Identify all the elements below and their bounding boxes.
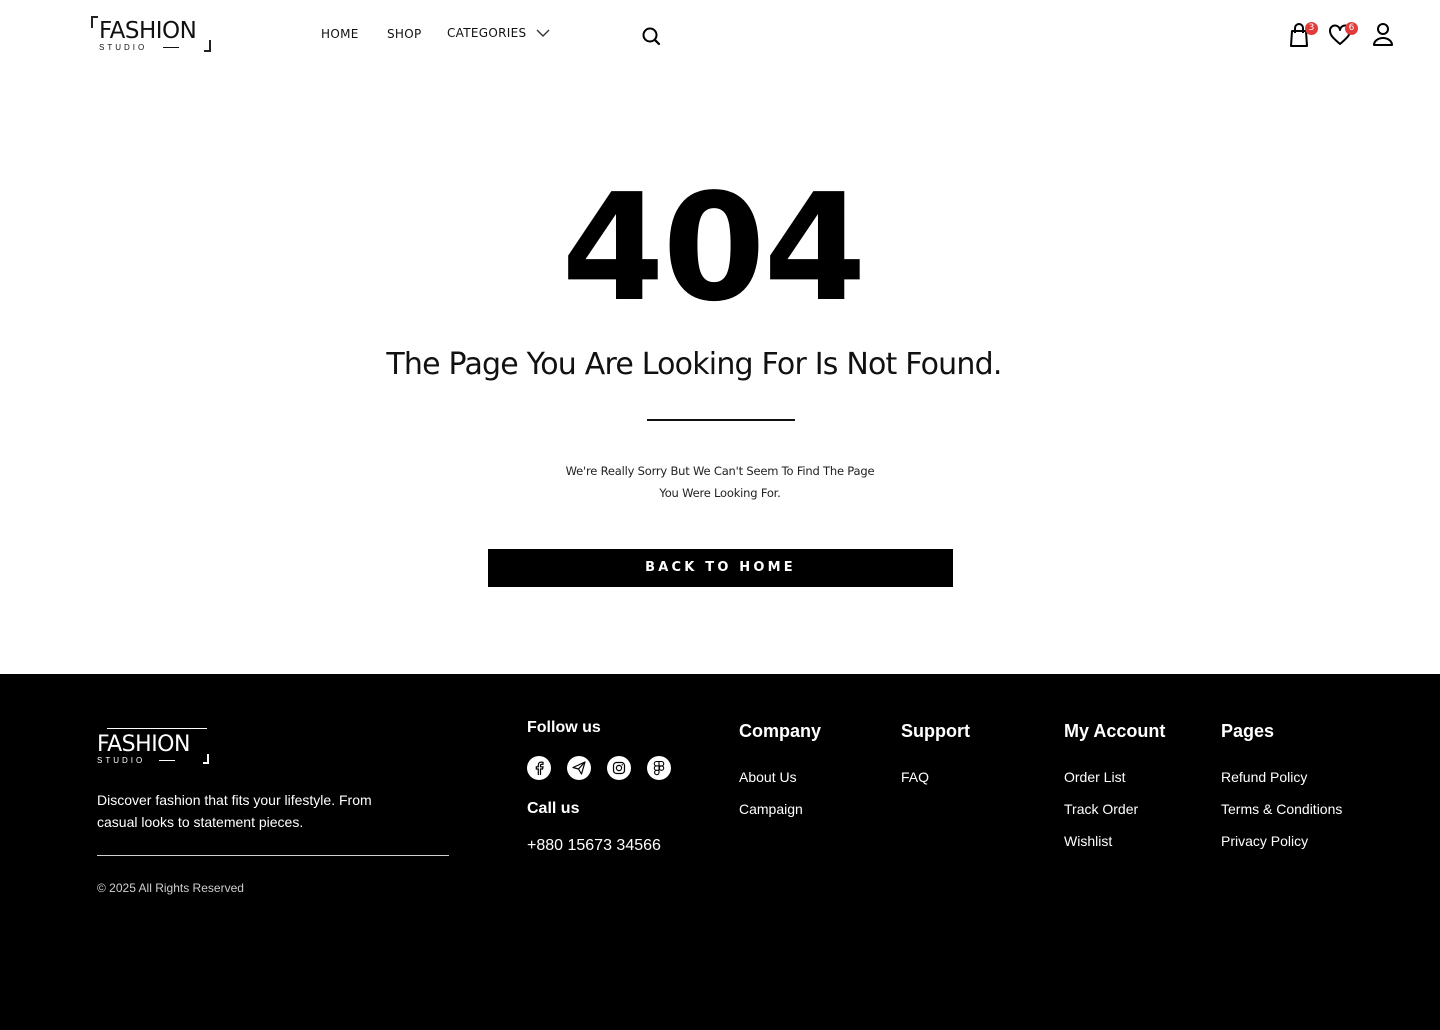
error-message-line: You Were Looking For.	[659, 486, 781, 500]
follow-us-heading: Follow us	[527, 719, 601, 736]
footer-column-pages: Pages Refund Policy Terms & Conditions P…	[1221, 720, 1342, 864]
logo-bracket	[203, 754, 209, 764]
logo-underline	[163, 47, 179, 48]
logo-bracket	[91, 16, 98, 28]
footer-logo[interactable]: FASHION STUDIO	[97, 728, 209, 765]
telegram-icon	[572, 761, 586, 775]
wishlist-count-badge: 6	[1345, 22, 1358, 35]
error-message: We're Really Sorry But We Can't Seem To …	[520, 460, 920, 504]
footer-link-order-list[interactable]: Order List	[1064, 768, 1165, 786]
footer-link-campaign[interactable]: Campaign	[739, 800, 821, 818]
brand-logo[interactable]: FASHION STUDIO	[91, 16, 211, 52]
footer-divider	[97, 855, 449, 856]
footer-column-title: Company	[739, 721, 822, 741]
footer-column-company: Company About Us Campaign	[739, 720, 821, 832]
logo-wordmark: FASHION	[97, 732, 190, 757]
footer-column-title: Pages	[1221, 721, 1275, 741]
footer-link-wishlist[interactable]: Wishlist	[1064, 832, 1165, 850]
copyright-text: © 2025 All Rights Reserved	[97, 881, 244, 895]
search-icon	[642, 27, 661, 46]
logo-underline	[159, 760, 175, 761]
footer-link-track-order[interactable]: Track Order	[1064, 800, 1165, 818]
figma-link[interactable]	[647, 756, 671, 780]
facebook-icon	[535, 761, 544, 775]
footer-column-title: My Account	[1064, 721, 1166, 741]
site-header: FASHION STUDIO HOME SHOP CATEGORIES 3 6	[0, 0, 1440, 70]
footer-link-privacy-policy[interactable]: Privacy Policy	[1221, 832, 1342, 850]
footer-link-about-us[interactable]: About Us	[739, 768, 821, 786]
logo-subtitle: STUDIO	[99, 43, 148, 52]
logo-topline	[107, 728, 207, 729]
phone-number[interactable]: +880 15673 34566	[527, 837, 661, 855]
facebook-link[interactable]	[527, 756, 551, 780]
wishlist-button[interactable]: 6	[1328, 22, 1358, 48]
footer-column-my-account: My Account Order List Track Order Wishli…	[1064, 720, 1165, 864]
site-footer: FASHION STUDIO Discover fashion that fit…	[0, 674, 1440, 1030]
account-button[interactable]	[1372, 22, 1396, 48]
nav-categories-label: CATEGORIES	[447, 26, 527, 40]
footer-column-support: Support FAQ	[901, 720, 970, 800]
footer-description: Discover fashion that fits your lifestyl…	[97, 792, 372, 830]
back-to-home-button[interactable]: BACK TO HOME	[488, 549, 953, 587]
footer-column-title: Support	[901, 721, 970, 741]
title-divider	[647, 419, 795, 421]
figma-icon	[653, 760, 665, 776]
telegram-link[interactable]	[567, 756, 591, 780]
nav-shop-link[interactable]: SHOP	[387, 27, 422, 41]
footer-link-faq[interactable]: FAQ	[901, 768, 970, 786]
error-message-line: We're Really Sorry But We Can't Seem To …	[565, 464, 875, 478]
not-found-section: 404 The Page You Are Looking For Is Not …	[0, 70, 1440, 674]
cart-button[interactable]: 3	[1288, 22, 1318, 48]
instagram-link[interactable]	[607, 756, 631, 780]
nav-home-link[interactable]: HOME	[321, 27, 359, 41]
instagram-icon	[612, 761, 626, 775]
social-links	[527, 756, 687, 780]
footer-link-terms-conditions[interactable]: Terms & Conditions	[1221, 800, 1342, 818]
nav-categories-dropdown[interactable]: CATEGORIES	[447, 26, 550, 40]
chevron-down-icon	[536, 29, 550, 37]
cart-count-badge: 3	[1305, 22, 1318, 35]
user-icon	[1373, 23, 1393, 46]
footer-link-refund-policy[interactable]: Refund Policy	[1221, 768, 1342, 786]
logo-wordmark: FASHION	[99, 18, 197, 44]
page-title: The Page You Are Looking For Is Not Foun…	[386, 347, 1002, 382]
logo-bracket	[204, 40, 211, 52]
error-code: 404	[561, 162, 867, 334]
logo-subtitle: STUDIO	[97, 756, 146, 765]
search-button[interactable]	[641, 26, 661, 46]
call-us-heading: Call us	[527, 800, 580, 817]
